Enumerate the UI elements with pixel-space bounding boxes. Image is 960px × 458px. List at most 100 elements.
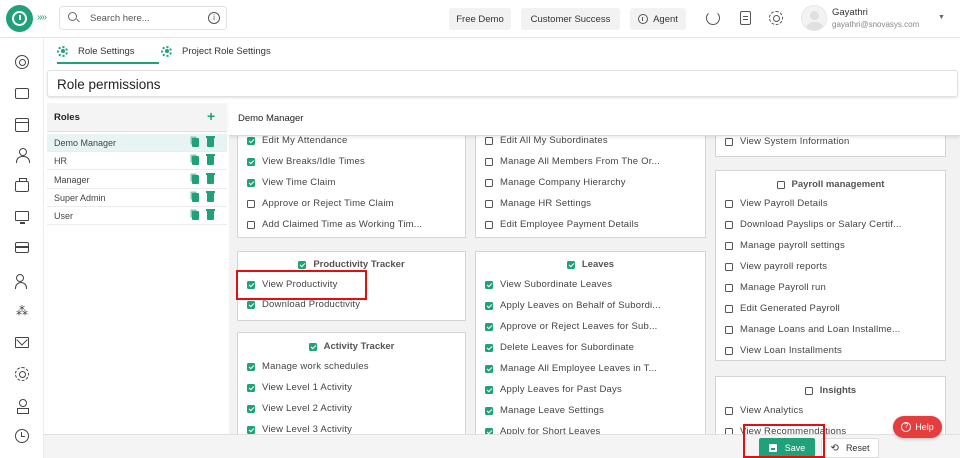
permission-item[interactable]: Edit My Attendance: [247, 136, 347, 146]
permission-item[interactable]: View Level 2 Activity: [247, 403, 352, 414]
info-icon[interactable]: i: [208, 12, 220, 24]
permission-item[interactable]: Apply for Short Leaves: [485, 426, 601, 434]
help-button[interactable]: ? Help: [893, 416, 942, 438]
permission-item[interactable]: View Subordinate Leaves: [485, 279, 612, 290]
permission-item[interactable]: Manage All Members From The Or...: [485, 156, 660, 167]
checkbox[interactable]: [804, 386, 813, 395]
checkbox[interactable]: [247, 220, 255, 229]
checkbox[interactable]: [247, 157, 255, 166]
permission-item[interactable]: Edit Generated Payroll: [725, 303, 840, 314]
permission-item[interactable]: View System Information: [725, 136, 850, 147]
permission-item[interactable]: View payroll reports: [725, 261, 827, 272]
checkbox[interactable]: [247, 300, 255, 309]
permission-item[interactable]: Delete Leaves for Subordinate: [485, 342, 634, 353]
checkbox[interactable]: [725, 241, 733, 250]
checkbox[interactable]: [485, 406, 493, 415]
checkbox[interactable]: [725, 283, 733, 292]
user-name[interactable]: Gayathri: [832, 7, 868, 18]
permission-item[interactable]: Manage Loans and Loan Installme...: [725, 324, 901, 335]
permission-item[interactable]: View Breaks/Idle Times: [247, 156, 365, 167]
mail-icon[interactable]: [15, 337, 29, 348]
customer-success-button[interactable]: Customer Success: [521, 8, 620, 30]
checkbox[interactable]: [308, 342, 317, 351]
permission-item[interactable]: Manage work schedules: [247, 361, 369, 372]
checkbox[interactable]: [485, 343, 493, 352]
app-logo-icon[interactable]: [6, 5, 33, 32]
checkbox[interactable]: [485, 220, 493, 229]
avatar[interactable]: [801, 5, 827, 31]
checkbox[interactable]: [247, 404, 255, 413]
monitor-icon[interactable]: [15, 211, 29, 224]
settings-gear-icon[interactable]: [769, 11, 783, 25]
permission-item[interactable]: View Time Claim: [247, 177, 336, 188]
checkbox[interactable]: [247, 362, 255, 371]
add-role-button[interactable]: +: [207, 108, 215, 124]
copy-icon[interactable]: [192, 138, 199, 147]
clock-icon[interactable]: [15, 429, 29, 443]
permission-item[interactable]: Manage payroll settings: [725, 240, 845, 251]
role-item-hr[interactable]: HR: [47, 152, 227, 170]
permission-item[interactable]: Apply Leaves for Past Days: [485, 384, 622, 395]
settings-icon[interactable]: [15, 367, 29, 381]
permission-item[interactable]: Edit Employee Payment Details: [485, 219, 639, 230]
checkbox[interactable]: [485, 199, 493, 208]
tab-role-settings[interactable]: Role Settings: [57, 38, 159, 64]
checkbox[interactable]: [298, 260, 307, 269]
permission-item[interactable]: Apply Leaves on Behalf of Subordi...: [485, 300, 661, 311]
agent-button[interactable]: Agent: [630, 8, 686, 30]
role-item-super-admin[interactable]: Super Admin: [47, 189, 227, 207]
tab-project-role-settings[interactable]: Project Role Settings: [161, 38, 281, 64]
calendar-icon[interactable]: [15, 118, 29, 132]
checkbox[interactable]: [725, 137, 733, 146]
projects-box-icon[interactable]: [15, 88, 29, 99]
checkbox[interactable]: [725, 304, 733, 313]
permission-item[interactable]: View Analytics: [725, 405, 803, 416]
checkbox[interactable]: [725, 325, 733, 334]
chevron-down-icon[interactable]: ▼: [938, 14, 945, 21]
trash-icon[interactable]: [206, 154, 215, 165]
checkbox[interactable]: [725, 346, 733, 355]
copy-icon[interactable]: [192, 193, 199, 202]
trash-icon[interactable]: [206, 173, 215, 184]
checkbox[interactable]: [725, 220, 733, 229]
timer-icon[interactable]: [706, 11, 720, 25]
checkbox[interactable]: [247, 383, 255, 392]
checkbox[interactable]: [485, 322, 493, 331]
permission-item[interactable]: View Payroll Details: [725, 198, 828, 209]
permission-item[interactable]: Approve or Reject Leaves for Sub...: [485, 321, 658, 332]
permission-item[interactable]: Edit All My Subordinates: [485, 136, 608, 146]
permission-item[interactable]: Manage All Employee Leaves in T...: [485, 363, 657, 374]
permission-item[interactable]: View Level 3 Activity: [247, 424, 352, 434]
checkbox[interactable]: [247, 199, 255, 208]
permission-item[interactable]: Manage Leave Settings: [485, 405, 604, 416]
permission-item[interactable]: View Loan Installments: [725, 345, 842, 356]
checkbox[interactable]: [566, 260, 575, 269]
checkbox[interactable]: [485, 301, 493, 310]
checkbox[interactable]: [485, 178, 493, 187]
permission-item[interactable]: Manage HR Settings: [485, 198, 591, 209]
card-header[interactable]: Leaves: [476, 259, 705, 270]
briefcase-icon[interactable]: [15, 178, 29, 192]
expand-menu-icon[interactable]: »»: [37, 12, 47, 23]
document-icon[interactable]: [740, 11, 751, 25]
trash-icon[interactable]: [206, 136, 215, 147]
dashboard-target-icon[interactable]: [15, 55, 29, 69]
copy-icon[interactable]: [192, 156, 199, 165]
checkbox[interactable]: [485, 157, 493, 166]
free-demo-button[interactable]: Free Demo: [449, 8, 511, 30]
checkbox[interactable]: [776, 180, 785, 189]
permission-item[interactable]: Manage Company Hierarchy: [485, 177, 626, 188]
checkbox[interactable]: [485, 385, 493, 394]
card-header[interactable]: Payroll management: [716, 179, 945, 190]
checkbox[interactable]: [485, 280, 493, 289]
permission-item[interactable]: Download Payslips or Salary Certif...: [725, 219, 902, 230]
role-item-user[interactable]: User: [47, 207, 227, 225]
permission-item[interactable]: Approve or Reject Time Claim: [247, 198, 394, 209]
copy-icon[interactable]: [192, 211, 199, 220]
profile-icon[interactable]: [15, 399, 29, 414]
user-icon[interactable]: [15, 148, 30, 163]
checkbox[interactable]: [247, 136, 255, 145]
checkbox[interactable]: [725, 262, 733, 271]
checkbox[interactable]: [725, 406, 733, 415]
role-item-demo-manager[interactable]: Demo Manager: [47, 134, 227, 152]
